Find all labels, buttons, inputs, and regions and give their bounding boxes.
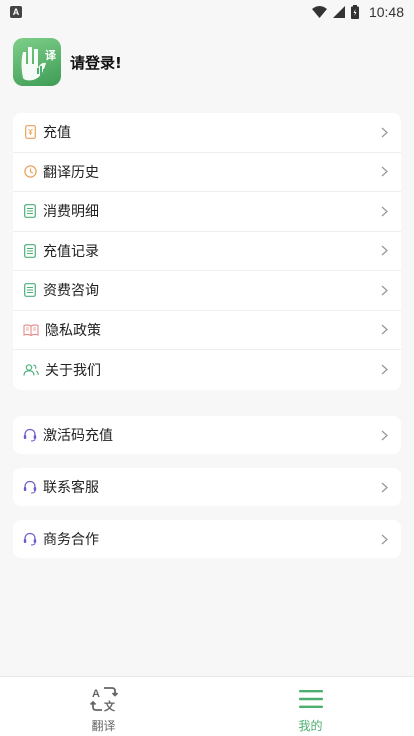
menu-item-recharge[interactable]: 充值 bbox=[13, 113, 401, 153]
tab-translate[interactable]: A 文 翻译 bbox=[0, 677, 207, 736]
list-icon bbox=[23, 283, 37, 298]
wifi-icon bbox=[311, 6, 327, 18]
menu-item-privacy-policy[interactable]: 隐私政策 bbox=[13, 311, 401, 350]
headset-icon bbox=[23, 532, 37, 546]
chevron-right-icon bbox=[379, 126, 389, 138]
wallet-icon bbox=[23, 125, 37, 140]
status-bar: A 10:48 bbox=[0, 0, 414, 24]
chevron-right-icon bbox=[379, 245, 389, 257]
login-prompt[interactable]: 请登录! bbox=[70, 52, 122, 73]
menu-item-pricing-inquiry[interactable]: 资费咨询 bbox=[13, 271, 401, 311]
chevron-right-icon bbox=[379, 205, 389, 217]
main-menu-card: 充值 翻译历史 消费明细 充值记录 资费咨询 隐私政策 关于我们 bbox=[13, 113, 401, 390]
book-icon bbox=[23, 323, 39, 337]
tab-mine[interactable]: 我的 bbox=[207, 677, 414, 736]
translate-icon: A 文 bbox=[89, 684, 119, 714]
svg-text:文: 文 bbox=[104, 699, 116, 713]
menu-item-label: 充值记录 bbox=[43, 243, 99, 260]
menu-item-label: 资费咨询 bbox=[43, 283, 99, 300]
chevron-right-icon bbox=[379, 533, 389, 545]
bottom-tab-bar: A 文 翻译 我的 bbox=[0, 676, 414, 736]
tab-label: 翻译 bbox=[91, 719, 116, 733]
clock-time: 10:48 bbox=[368, 4, 404, 20]
menu-item-label: 翻译历史 bbox=[43, 164, 99, 181]
tab-label: 我的 bbox=[298, 719, 323, 733]
chevron-right-icon bbox=[379, 166, 389, 178]
menu-item-label: 充值 bbox=[43, 125, 71, 142]
menu-item-label: 联系客服 bbox=[43, 480, 99, 496]
menu-item-about-us[interactable]: 关于我们 bbox=[13, 350, 401, 390]
menu-item-activation-code-recharge[interactable]: 激活码充值 bbox=[13, 416, 401, 454]
menu-item-contact-customer-service[interactable]: 联系客服 bbox=[13, 468, 401, 506]
menu-item-label: 关于我们 bbox=[45, 362, 101, 379]
list-icon bbox=[23, 204, 37, 219]
menu-item-business-cooperation[interactable]: 商务合作 bbox=[13, 520, 401, 558]
chevron-right-icon bbox=[379, 324, 389, 336]
avatar-badge-text: 译 bbox=[45, 49, 56, 62]
signal-icon bbox=[332, 6, 345, 18]
clock-icon bbox=[23, 165, 37, 179]
app-logo-avatar[interactable]: 译 bbox=[13, 38, 61, 86]
svg-text:A: A bbox=[92, 688, 100, 700]
business-cooperation-card: 商务合作 bbox=[13, 520, 401, 558]
chevron-right-icon bbox=[379, 364, 389, 376]
menu-item-consumption-details[interactable]: 消费明细 bbox=[13, 192, 401, 232]
profile-header[interactable]: 译 请登录! bbox=[13, 38, 122, 86]
chevron-right-icon bbox=[379, 429, 389, 441]
menu-item-label: 消费明细 bbox=[43, 204, 99, 221]
menu-item-label: 隐私政策 bbox=[45, 322, 101, 339]
chevron-right-icon bbox=[379, 481, 389, 493]
notification-icon: A bbox=[10, 6, 22, 18]
menu-item-label: 商务合作 bbox=[43, 532, 99, 548]
battery-icon bbox=[350, 5, 359, 19]
menu-item-translation-history[interactable]: 翻译历史 bbox=[13, 153, 401, 192]
list-icon bbox=[23, 243, 37, 258]
menu-item-label: 激活码充值 bbox=[43, 428, 113, 444]
headset-icon bbox=[23, 428, 37, 442]
chevron-right-icon bbox=[379, 284, 389, 296]
customer-service-card: 联系客服 bbox=[13, 468, 401, 506]
headset-icon bbox=[23, 480, 37, 494]
menu-item-recharge-records[interactable]: 充值记录 bbox=[13, 232, 401, 271]
users-icon bbox=[23, 363, 39, 377]
activation-code-card: 激活码充值 bbox=[13, 416, 401, 454]
menu-icon bbox=[296, 684, 326, 714]
